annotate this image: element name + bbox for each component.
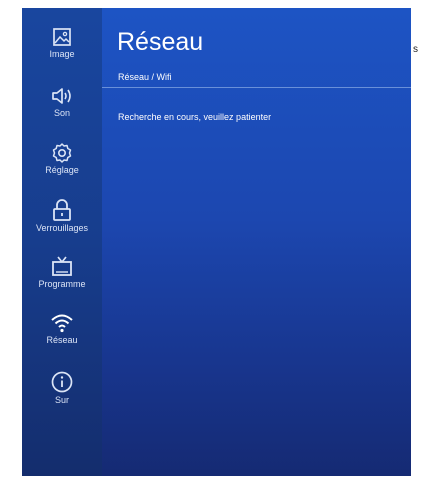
lock-icon [53, 199, 71, 221]
settings-sidebar: Image Son Réglage Verrouillages Programm… [22, 8, 102, 476]
sidebar-item-label: Image [49, 49, 75, 59]
sidebar-item-label: Programme [38, 279, 86, 289]
speaker-icon [52, 88, 71, 104]
sidebar-item-label: Réseau [46, 335, 78, 345]
sidebar-item-reglage[interactable]: Réglage [22, 142, 102, 175]
status-message: Recherche en cours, veuillez patienter [118, 112, 272, 122]
header-divider [102, 87, 411, 88]
sidebar-item-reseau[interactable]: Réseau [22, 312, 102, 345]
tv-icon [52, 256, 72, 276]
wifi-icon [51, 314, 73, 333]
info-icon [51, 371, 73, 393]
sidebar-item-programme[interactable]: Programme [22, 254, 102, 289]
sidebar-item-sur[interactable]: Sur [22, 370, 102, 405]
sidebar-item-son[interactable]: Son [22, 85, 102, 118]
sidebar-item-image[interactable]: Image [22, 26, 102, 59]
sidebar-item-label: Sur [54, 395, 69, 405]
sidebar-item-verrouillages[interactable]: Verrouillages [22, 198, 102, 233]
settings-gear-icon [52, 143, 72, 163]
page-title: Réseau [117, 28, 204, 56]
sidebar-item-label: Réglage [45, 165, 79, 175]
sidebar-item-label: Verrouillages [35, 223, 89, 233]
cropped-text-fragment: s [413, 44, 418, 55]
sidebar-item-label: Son [53, 108, 70, 118]
tv-settings-screen: Image Son Réglage Verrouillages Programm… [22, 8, 411, 476]
image-icon [53, 28, 71, 46]
breadcrumb: Réseau / Wifi [118, 72, 172, 82]
